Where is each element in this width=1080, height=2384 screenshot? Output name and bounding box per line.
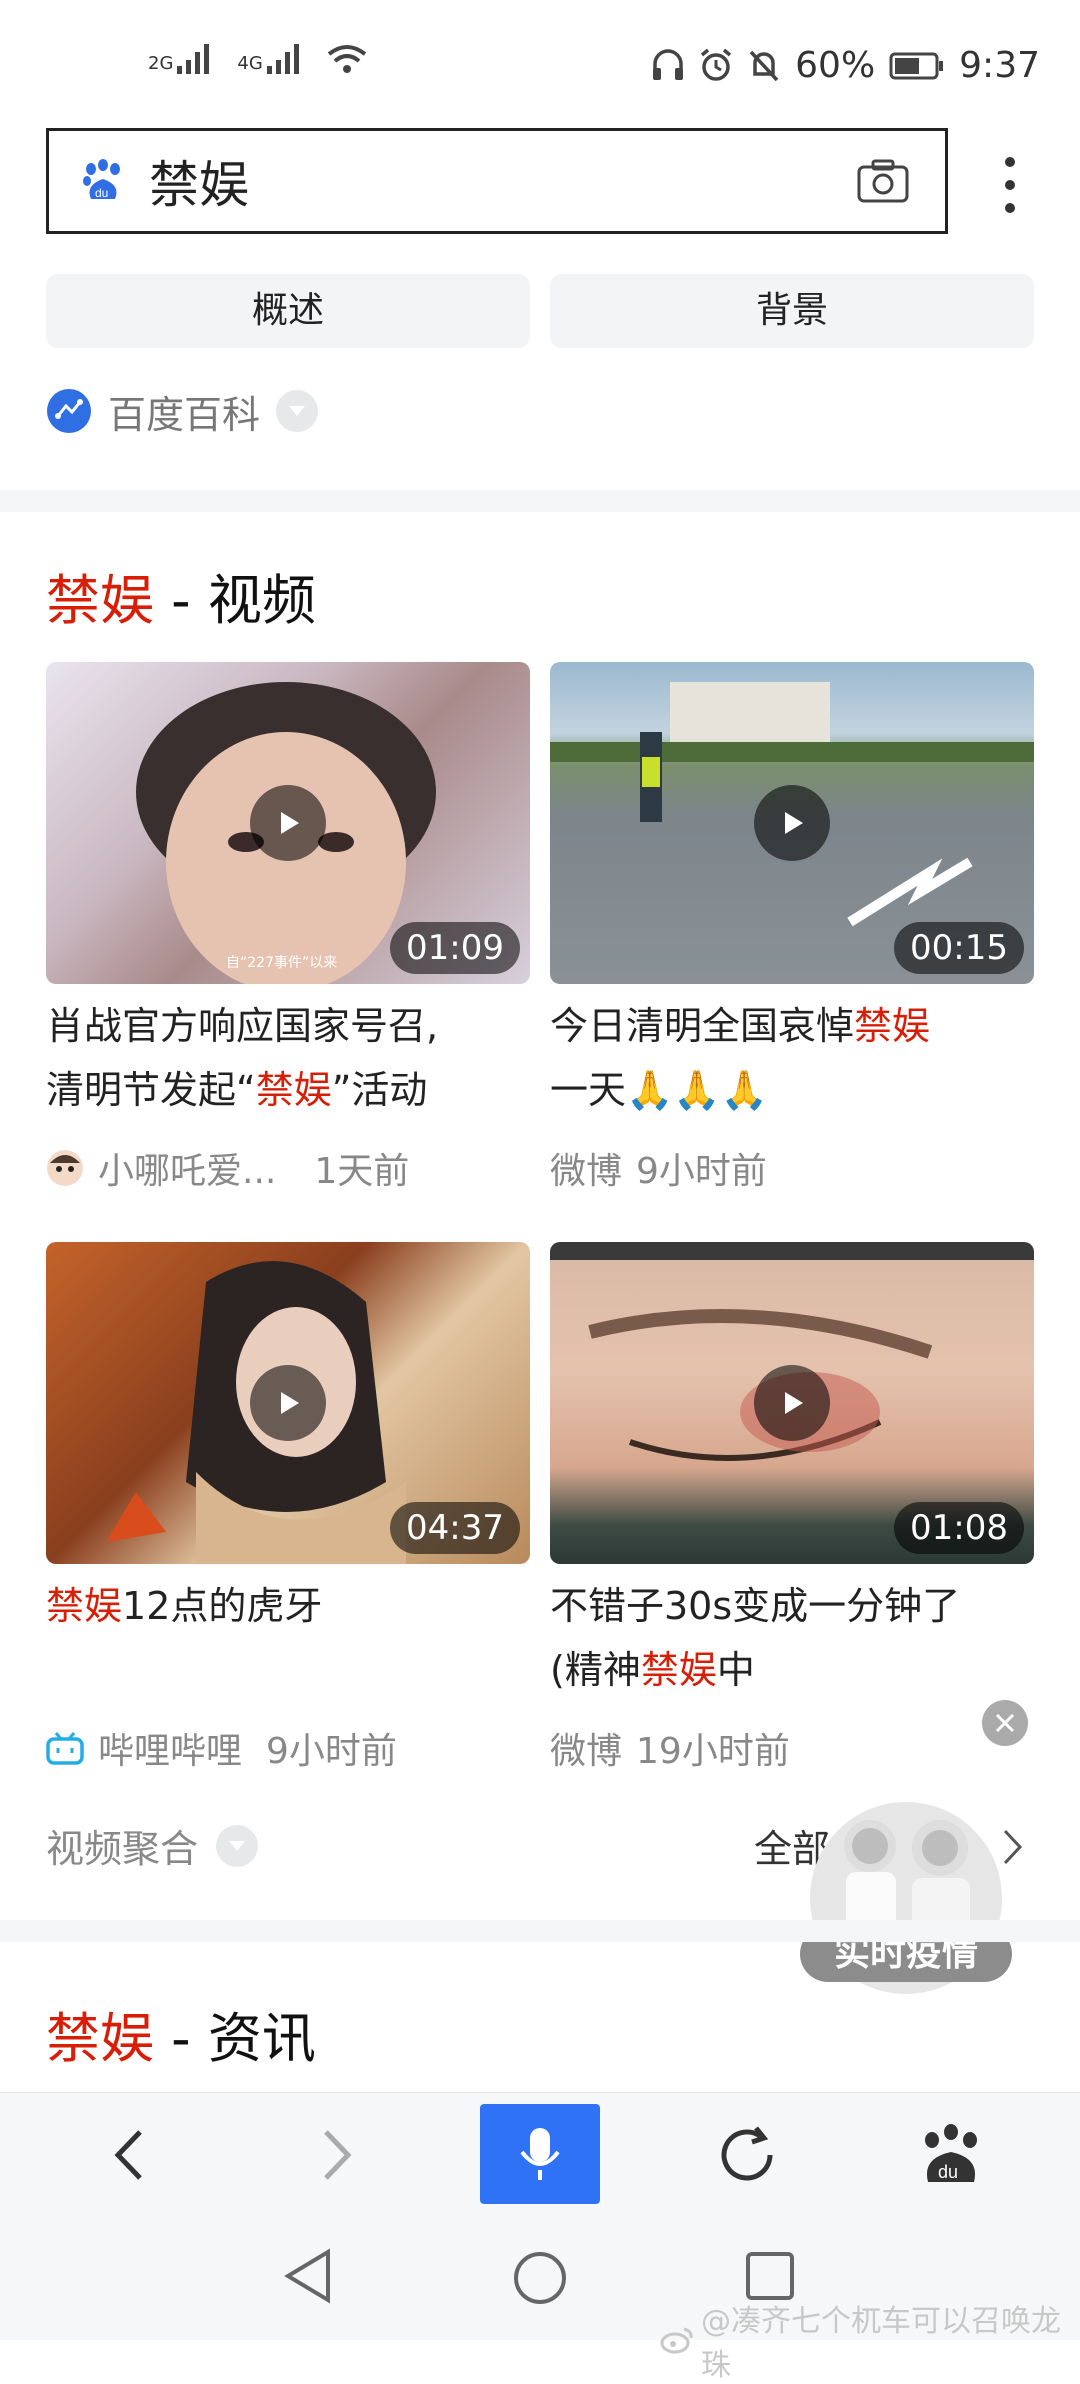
- system-home-icon[interactable]: [512, 2250, 568, 2306]
- signal-4g: 4G: [237, 44, 302, 74]
- signal-icon: [177, 44, 210, 74]
- more-icon[interactable]: [996, 150, 1024, 220]
- video-meta: 小哪吒爱... 1天前: [46, 1142, 530, 1194]
- video-title[interactable]: 禁娱12点的虎牙: [46, 1574, 530, 1702]
- video-section-title: 禁娱 - 视频: [46, 569, 316, 632]
- video-thumbnail[interactable]: 自“227事件”以来 01:09: [46, 662, 530, 984]
- battery-icon: [889, 52, 944, 80]
- mic-icon: [520, 2128, 560, 2180]
- video-title[interactable]: 肖战官方响应国家号召, 清明节发起“禁娱”活动: [46, 994, 530, 1122]
- video-source: 微博: [550, 1731, 623, 1772]
- wifi-icon: [327, 45, 367, 73]
- watermark: @凑齐七个杌车可以召唤龙珠: [660, 2296, 1080, 2384]
- video-meta: 哔哩哔哩 9小时前: [46, 1722, 530, 1774]
- baidu-paw-icon: du: [83, 159, 120, 200]
- thumbnail-caption: 自“227事件”以来: [226, 955, 338, 971]
- system-recents-icon[interactable]: [744, 2250, 796, 2302]
- camera-icon[interactable]: [857, 159, 909, 203]
- video-time: 1天前: [314, 1151, 410, 1192]
- mute-bell-icon: [749, 50, 779, 82]
- baike-icon: [47, 389, 91, 433]
- chevron-down-icon[interactable]: [276, 390, 319, 432]
- video-aggregate[interactable]: 视频聚合: [46, 1818, 259, 1873]
- video-thumbnail[interactable]: 01:08: [550, 1242, 1034, 1564]
- video-card[interactable]: 04:37 禁娱12点的虎牙 哔哩哔哩 9小时前: [46, 1242, 530, 1774]
- video-time: 9小时前: [266, 1731, 397, 1772]
- clock: 9:37: [959, 44, 1040, 86]
- play-icon[interactable]: [754, 1365, 830, 1441]
- video-duration: 04:37: [390, 1502, 520, 1554]
- video-thumbnail[interactable]: 04:37: [46, 1242, 530, 1564]
- weibo-icon: [660, 2327, 693, 2354]
- video-time: 19小时前: [636, 1731, 790, 1772]
- close-icon[interactable]: [982, 1700, 1028, 1746]
- system-back-icon[interactable]: [282, 2248, 334, 2304]
- refresh-icon[interactable]: [712, 2120, 782, 2190]
- svg-text:du: du: [938, 2162, 958, 2182]
- video-duration: 00:15: [894, 922, 1024, 974]
- video-source: 哔哩哔哩: [98, 1731, 243, 1772]
- baidu-home-icon[interactable]: du: [916, 2120, 986, 2190]
- chip-overview[interactable]: 概述: [46, 274, 530, 348]
- svg-text:du: du: [95, 186, 108, 200]
- play-icon[interactable]: [250, 785, 326, 861]
- play-icon[interactable]: [754, 785, 830, 861]
- search-box[interactable]: du 禁娱: [46, 128, 948, 234]
- video-thumbnail[interactable]: 00:15: [550, 662, 1034, 984]
- video-meta: 微博 9小时前: [550, 1142, 1034, 1194]
- video-meta: 微博 19小时前: [550, 1722, 1034, 1774]
- video-card[interactable]: 00:15 今日清明全国哀悼禁娱 一天🙏🙏🙏 微博 9小时前: [550, 662, 1034, 1194]
- bilibili-icon: [46, 1732, 84, 1765]
- battery-percent: 60%: [795, 44, 876, 86]
- headphone-icon: [653, 49, 684, 80]
- back-icon[interactable]: [96, 2120, 166, 2190]
- alarm-icon: [701, 48, 732, 81]
- play-icon[interactable]: [250, 1365, 326, 1441]
- video-time: 9小时前: [636, 1151, 767, 1192]
- section-divider: [0, 1920, 1080, 1942]
- video-duration: 01:08: [894, 1502, 1024, 1554]
- news-section-title: 禁娱 - 资讯: [46, 2007, 316, 2070]
- baike-source[interactable]: 百度百科: [46, 386, 319, 437]
- epidemic-badge[interactable]: 实时疫情: [800, 1786, 1012, 1998]
- video-title[interactable]: 不错子30s变成一分钟了 (精神禁娱中: [550, 1574, 1034, 1702]
- signal-2g: 2G: [148, 44, 213, 74]
- chevron-down-icon[interactable]: [216, 1824, 259, 1867]
- video-aggregate-label: 视频聚合: [46, 1827, 199, 1871]
- video-source: 小哪吒爱...: [98, 1151, 277, 1192]
- mic-button[interactable]: [480, 2104, 600, 2204]
- video-source: 微博: [550, 1151, 623, 1192]
- status-bar: 2G 4G 60% 9:37: [0, 0, 1080, 120]
- video-card[interactable]: 自“227事件”以来 01:09 肖战官方响应国家号召, 清明节发起“禁娱”活动…: [46, 662, 530, 1194]
- forward-icon[interactable]: [300, 2120, 370, 2190]
- video-card[interactable]: 01:08 不错子30s变成一分钟了 (精神禁娱中 微博 19小时前: [550, 1242, 1034, 1774]
- video-title[interactable]: 今日清明全国哀悼禁娱 一天🙏🙏🙏: [550, 994, 1034, 1122]
- video-duration: 01:09: [390, 922, 520, 974]
- signal-icon: [266, 44, 299, 74]
- search-input[interactable]: 禁娱: [149, 145, 857, 217]
- avatar: [47, 1150, 83, 1186]
- baike-label: 百度百科: [108, 392, 261, 437]
- section-divider: [0, 490, 1080, 512]
- chip-background[interactable]: 背景: [550, 274, 1034, 348]
